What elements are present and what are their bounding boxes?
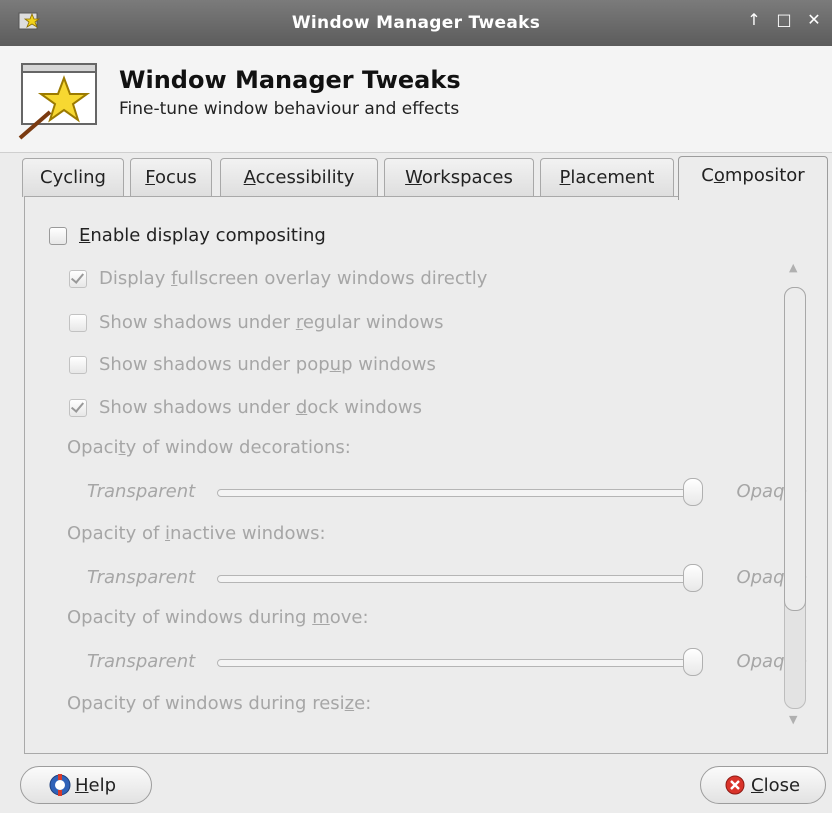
shadows-dock-label: Show shadows under dock windows [99, 397, 422, 418]
help-label: Help [75, 774, 117, 796]
opacity-inactive-slider[interactable]: Transparent Opaque [87, 563, 807, 593]
header-subtitle: Fine-tune window behaviour and effects [119, 99, 460, 119]
enable-compositing-checkbox[interactable]: Enable display compositing [49, 225, 326, 246]
scroll-down-icon[interactable]: ▼ [789, 713, 797, 726]
slider-track[interactable] [217, 489, 689, 497]
compositor-panel: Enable display compositing Display fulls… [24, 196, 828, 754]
close-circle-icon [725, 775, 745, 795]
close-button[interactable]: Close [700, 766, 826, 804]
opacity-move-label: Opacity of windows during move: [67, 607, 369, 628]
help-icon [49, 774, 71, 796]
shadows-popup-checkbox[interactable]: Show shadows under popup windows [69, 354, 436, 375]
tab-accessibility[interactable]: Accessibility [220, 158, 378, 197]
maximize-icon[interactable]: □ [776, 10, 792, 29]
checkbox-box[interactable] [69, 355, 87, 374]
checkbox-box[interactable] [69, 313, 87, 332]
shadows-popup-label: Show shadows under popup windows [99, 354, 436, 375]
tab-placement[interactable]: Placement [540, 158, 674, 197]
shadows-regular-checkbox[interactable]: Show shadows under regular windows [69, 312, 444, 333]
close-label: Close [751, 774, 801, 796]
slider-track[interactable] [217, 575, 689, 583]
fullscreen-overlay-checkbox[interactable]: Display fullscreen overlay windows direc… [69, 268, 487, 289]
keep-above-icon[interactable]: ↑ [746, 10, 762, 29]
slider-knob[interactable] [683, 564, 703, 592]
tab-focus[interactable]: Focus [130, 158, 212, 197]
opacity-inactive-label: Opacity of inactive windows: [67, 523, 326, 544]
opacity-decorations-slider[interactable]: Transparent Opaque [87, 477, 807, 507]
vertical-scrollbar[interactable]: ▲ ▼ [784, 261, 806, 735]
title-bar: Window Manager Tweaks ↑ □ ✕ [0, 0, 832, 47]
slider-min-label: Transparent [87, 567, 196, 588]
window-manager-tweaks-icon [18, 63, 97, 140]
scroll-up-icon[interactable]: ▲ [789, 261, 797, 274]
slider-min-label: Transparent [87, 481, 196, 502]
window-title: Window Manager Tweaks [291, 13, 541, 33]
checkbox-box[interactable] [69, 398, 87, 417]
opacity-decorations-label: Opacity of window decorations: [67, 437, 351, 458]
slider-track[interactable] [217, 659, 689, 667]
checkbox-box[interactable] [69, 269, 87, 288]
enable-compositing-label: Enable display compositing [79, 225, 326, 246]
close-icon[interactable]: ✕ [806, 10, 822, 29]
tab-compositor[interactable]: Compositor [678, 156, 828, 200]
opacity-move-slider[interactable]: Transparent Opaque [87, 647, 807, 677]
header-title: Window Manager Tweaks [119, 66, 461, 94]
help-button[interactable]: Help [20, 766, 152, 804]
dialog-header: Window Manager Tweaks Fine-tune window b… [0, 46, 832, 153]
slider-knob[interactable] [683, 478, 703, 506]
tab-workspaces[interactable]: Workspaces [384, 158, 534, 197]
checkbox-box[interactable] [49, 226, 67, 245]
scrollbar-thumb[interactable] [784, 287, 806, 611]
slider-knob[interactable] [683, 648, 703, 676]
tab-cycling[interactable]: Cycling [22, 158, 124, 197]
shadows-dock-checkbox[interactable]: Show shadows under dock windows [69, 397, 422, 418]
slider-min-label: Transparent [87, 651, 196, 672]
shadows-regular-label: Show shadows under regular windows [99, 312, 444, 333]
fullscreen-overlay-label: Display fullscreen overlay windows direc… [99, 268, 488, 289]
opacity-resize-label: Opacity of windows during resize: [67, 693, 372, 714]
